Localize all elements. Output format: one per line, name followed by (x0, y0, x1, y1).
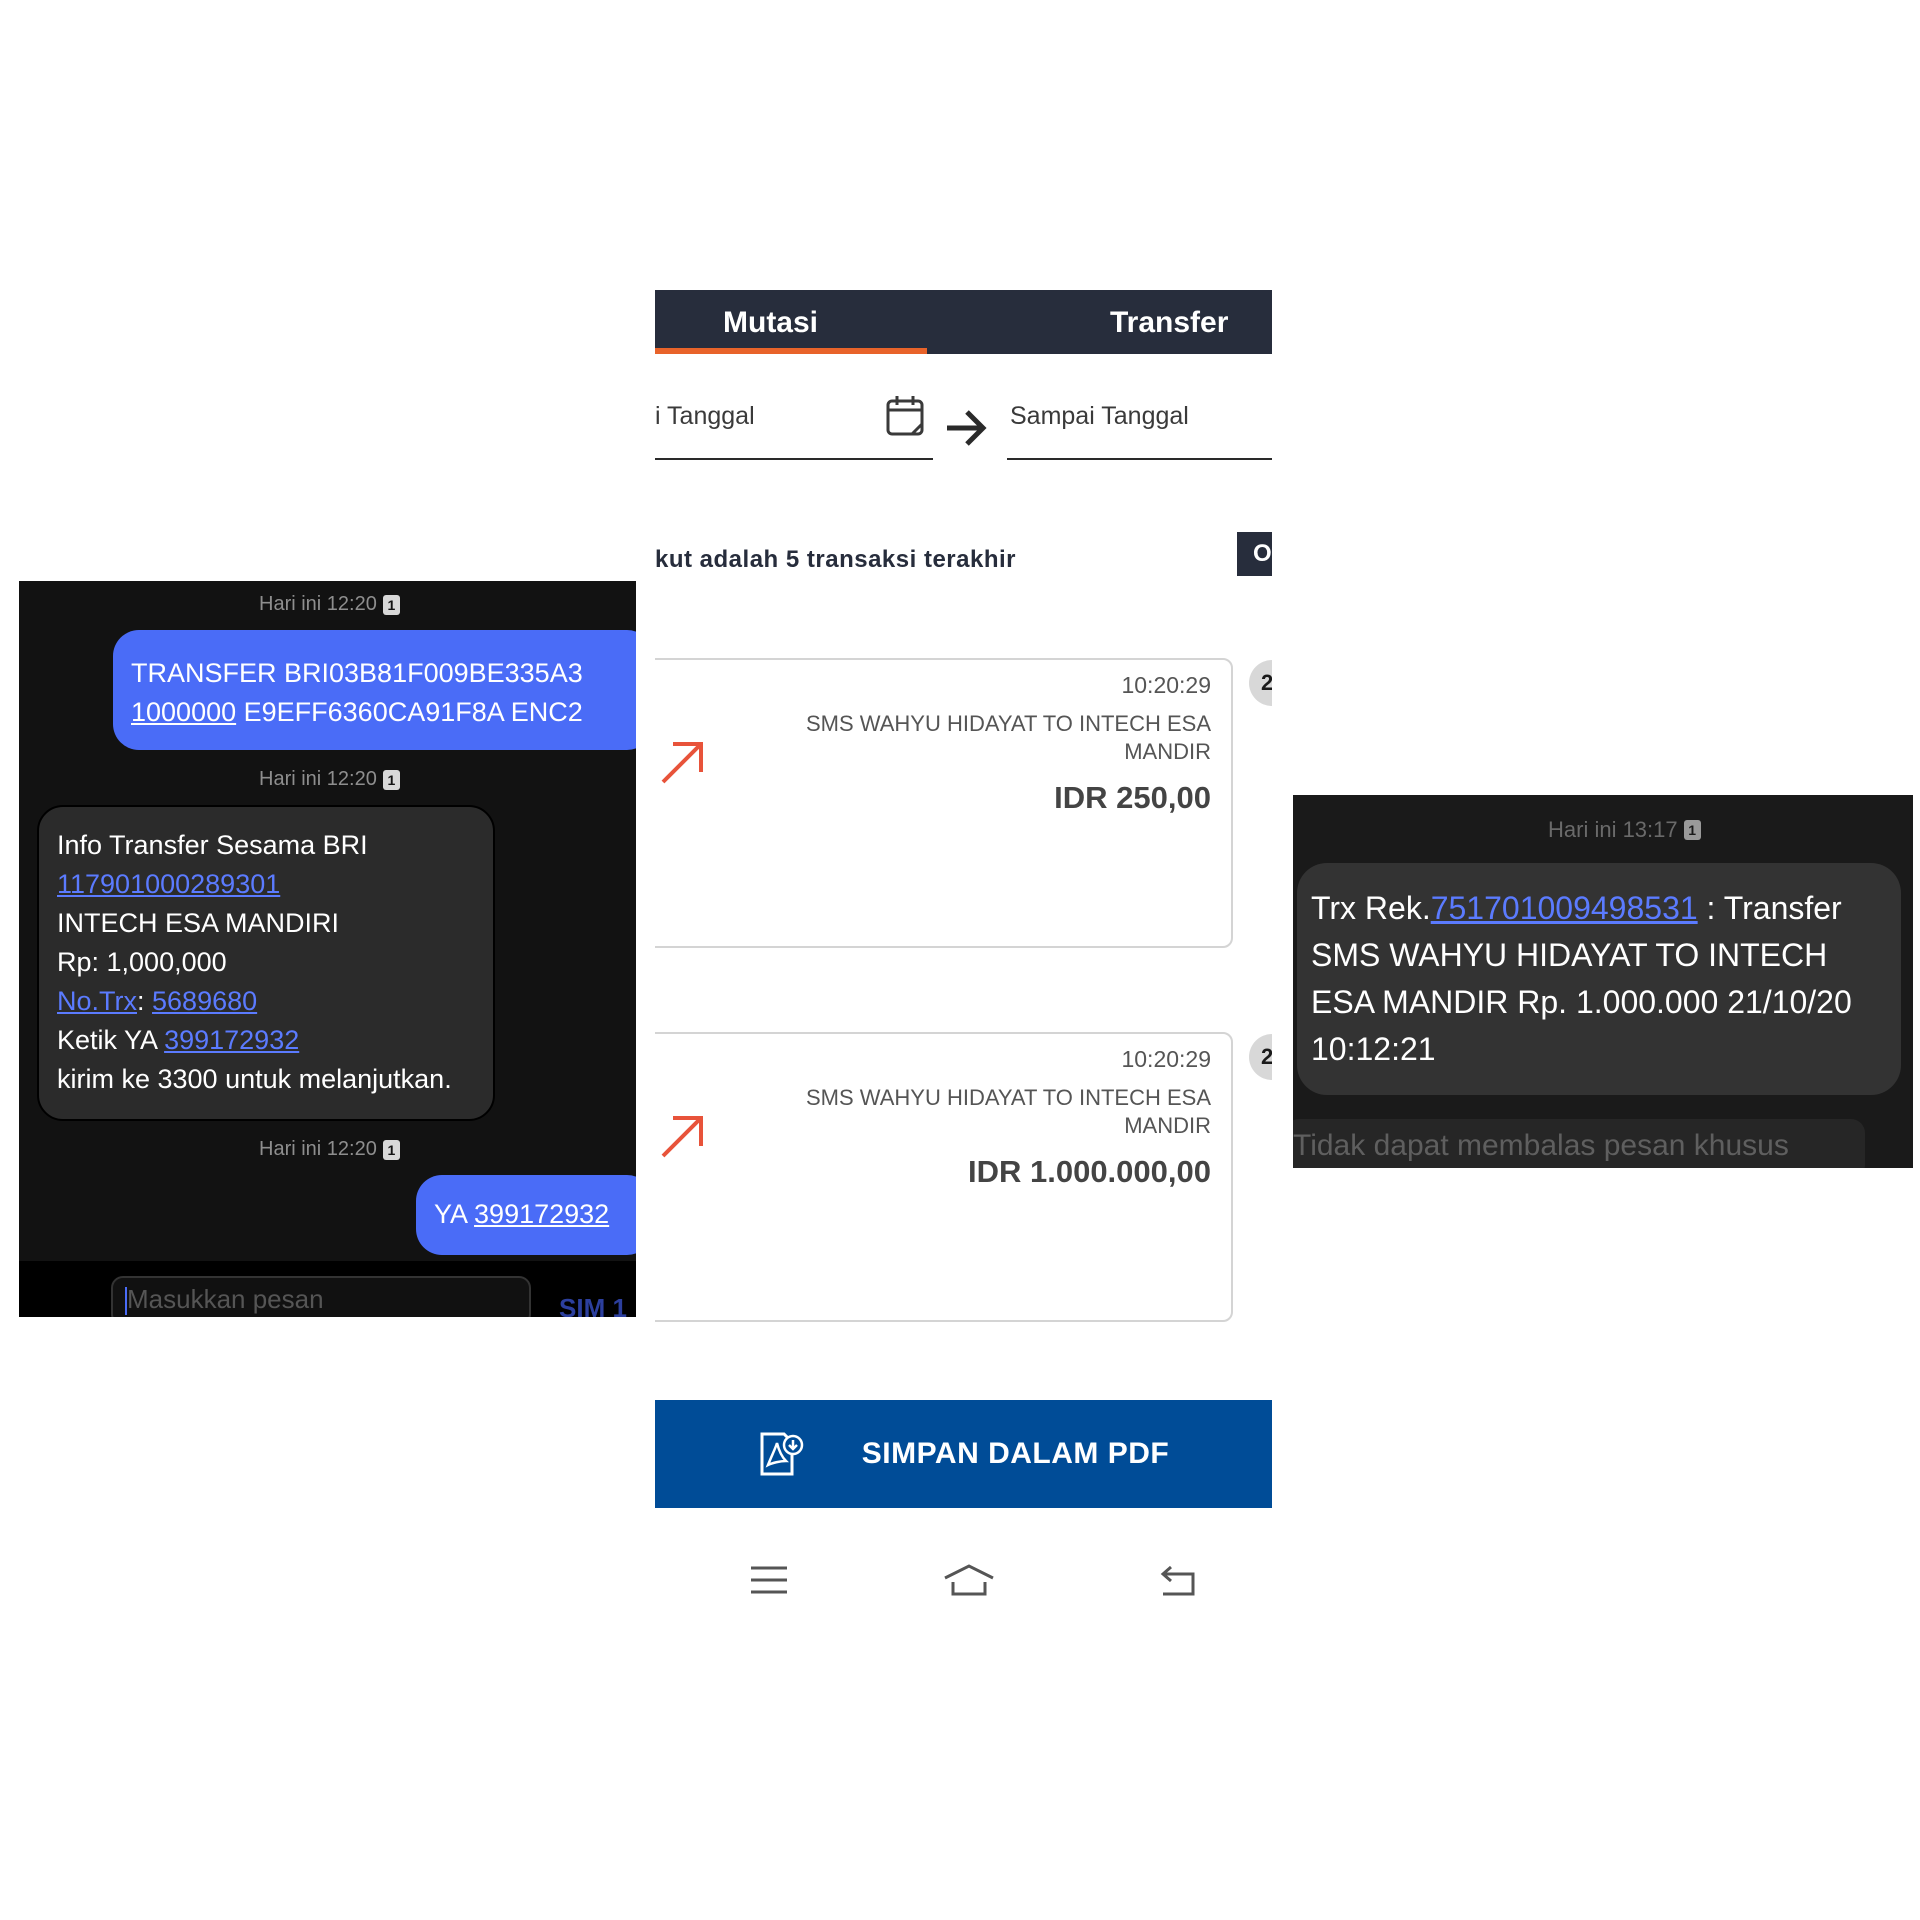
sim-badge-icon: 1 (382, 1139, 400, 1160)
outgoing-message-bubble[interactable]: YA 399172932 (416, 1175, 636, 1255)
confirmation-code-link[interactable]: 399172932 (474, 1199, 609, 1229)
message-timestamp: Hari ini 12:20 1 (259, 593, 400, 616)
incoming-message-bubble[interactable]: Info Transfer Sesama BRI 117901000289301… (37, 805, 495, 1121)
account-number-link[interactable]: 117901000289301 (57, 869, 280, 899)
confirmation-code-link[interactable]: 399172932 (164, 1025, 299, 1055)
message-line: kirim ke 3300 untuk melanjutkan. (57, 1064, 452, 1094)
message-input[interactable]: Masukkan pesan (111, 1276, 531, 1317)
message-line: 1000000 E9EFF6360CA91F8A ENC2 (131, 693, 635, 732)
message-line: Rp: 1,000,000 (57, 947, 227, 977)
timestamp-text: Hari ini 12:20 (259, 593, 377, 615)
to-date-field[interactable]: Sampai Tanggal (1010, 402, 1189, 431)
message-text: E9EFF6360CA91F8A ENC2 (236, 697, 583, 727)
tab-mutasi[interactable]: Mutasi (723, 306, 818, 340)
pdf-download-icon (760, 1432, 804, 1476)
transaction-card[interactable]: 10:20:29 SMS WAHYU HIDAYAT TO INTECH ESA… (655, 1032, 1233, 1322)
message-line: Ketik YA 399172932 (57, 1021, 475, 1060)
timestamp-text: Hari ini 12:20 (259, 1138, 377, 1160)
arrow-right-icon (947, 410, 987, 446)
tab-transfer[interactable]: Transfer (1110, 306, 1228, 340)
send-sim-button[interactable]: SIM 1 (559, 1293, 627, 1317)
message-text: Trx Rek. (1311, 890, 1431, 926)
message-line: INTECH ESA MANDIRI (57, 908, 340, 938)
message-text: YA (434, 1199, 475, 1229)
debit-arrow-icon (661, 742, 703, 784)
sim-badge-icon: 1 (382, 769, 400, 790)
transaction-amount: IDR 250,00 (1054, 780, 1211, 815)
message-text: : (137, 986, 153, 1016)
message-line: TRANSFER BRI03B81F009BE335A3 (131, 658, 583, 688)
navigation-bar (655, 1540, 1272, 1620)
sms-conversation-right: Hari ini 13:17 1 Trx Rek.751701009498531… (1293, 795, 1913, 1168)
date-badge: 2 (1249, 1034, 1272, 1080)
transactions-info-text: kut adalah 5 transaksi terakhir (655, 546, 1016, 573)
filter-button[interactable]: O (1237, 532, 1272, 576)
from-date-underline (655, 458, 933, 460)
message-text: Ketik YA (57, 1025, 165, 1055)
tab-bar: Mutasi Transfer (655, 290, 1272, 354)
menu-icon[interactable] (747, 1560, 791, 1600)
sim-badge-icon: 1 (382, 594, 400, 615)
message-timestamp: Hari ini 12:20 1 (259, 1138, 400, 1161)
to-date-underline (1007, 458, 1272, 460)
from-date-field[interactable]: i Tanggal (655, 402, 755, 431)
transaction-amount: IDR 1.000.000,00 (967, 1154, 1211, 1189)
transaction-description: SMS WAHYU HIDAYAT TO INTECH ESA MANDIR (805, 1085, 1211, 1138)
save-pdf-label: SIMPAN DALAM PDF (861, 1437, 1170, 1470)
calendar-icon[interactable] (885, 394, 925, 438)
home-icon[interactable] (941, 1560, 997, 1600)
sim-badge-icon: 1 (1683, 820, 1701, 840)
transaction-time: 10:20:29 (1121, 1046, 1211, 1072)
back-icon[interactable] (1155, 1560, 1199, 1600)
debit-arrow-icon (661, 1116, 703, 1158)
amount-link[interactable]: 1000000 (131, 697, 236, 727)
sms-conversation-left: Hari ini 12:20 1 TRANSFER BRI03B81F009BE… (19, 581, 636, 1317)
transaction-card[interactable]: 10:20:29 SMS WAHYU HIDAYAT TO INTECH ESA… (655, 658, 1233, 948)
message-line: 117901000289301 (57, 865, 475, 904)
trx-number-link[interactable]: 5689680 (152, 986, 257, 1016)
bank-mutation-screen: Mutasi Transfer i Tanggal Sampai Tanggal… (655, 290, 1272, 1650)
outgoing-message-bubble[interactable]: TRANSFER BRI03B81F009BE335A3 1000000 E9E… (113, 630, 636, 750)
transaction-time: 10:20:29 (1121, 672, 1211, 698)
save-pdf-button[interactable]: SIMPAN DALAM PDF (655, 1400, 1272, 1508)
account-number-link[interactable]: 751701009498531 (1431, 890, 1698, 926)
incoming-message-bubble[interactable]: Trx Rek.751701009498531 : Transfer SMS W… (1297, 863, 1901, 1095)
message-timestamp: Hari ini 12:20 1 (259, 768, 400, 791)
no-reply-notice: Tidak dapat membalas pesan khusus (1293, 1119, 1865, 1168)
input-placeholder: Masukkan pesan (127, 1284, 324, 1314)
active-tab-indicator (655, 348, 927, 354)
message-line: Info Transfer Sesama BRI (57, 830, 368, 860)
transaction-description: SMS WAHYU HIDAYAT TO INTECH ESA MANDIR (805, 711, 1211, 764)
trx-label-link[interactable]: No.Trx (57, 986, 137, 1016)
message-timestamp: Hari ini 13:17 1 (1548, 817, 1701, 843)
timestamp-text: Hari ini 13:17 (1548, 817, 1678, 842)
timestamp-text: Hari ini 12:20 (259, 768, 377, 790)
message-line: No.Trx: 5689680 (57, 982, 475, 1021)
date-badge: 2 (1249, 660, 1272, 706)
